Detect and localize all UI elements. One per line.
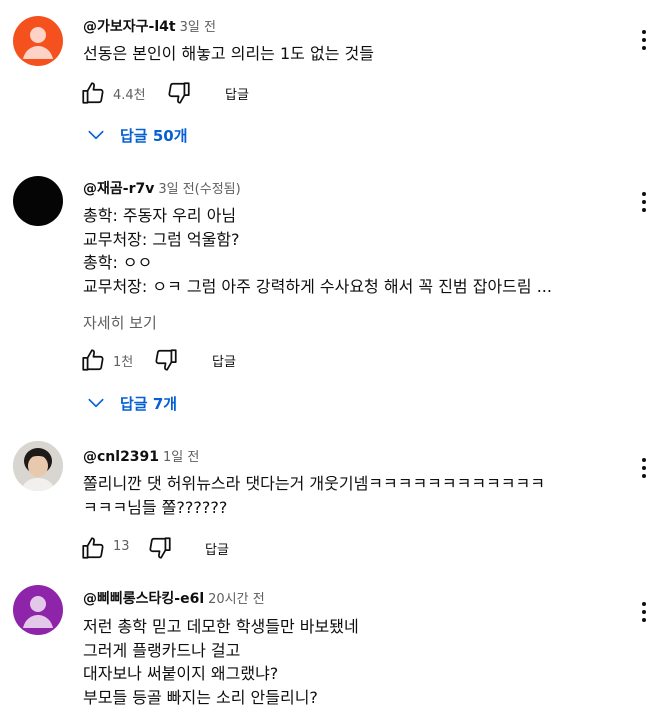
default-person-avatar[interactable] bbox=[13, 16, 63, 66]
comment-line: 교무처장: 그럼 억울함? bbox=[83, 229, 240, 249]
comment-header: @cnl2391 1일 전 bbox=[83, 446, 199, 465]
comment-line: 대자보나 써붙이지 왜그랬냐? bbox=[83, 664, 279, 683]
reply-button[interactable]: 답글 bbox=[225, 84, 249, 103]
comment-line: 교무처장: ㅇㅋ 그럼 아주 강력하게 수사요청 해서 꼭 진범 잡아드림 ..… bbox=[83, 276, 552, 296]
comment-text: 쫄리니깐 댓 허위뉴스라 댓다는거 개웃기넴ㅋㅋㅋㅋㅋㅋㅋㅋㅋㅋㅋㅋ ㅋㅋㅋ님들… bbox=[83, 472, 545, 519]
replies-label: 답글 50개 bbox=[120, 127, 188, 145]
more-actions-icon[interactable] bbox=[636, 456, 652, 480]
more-actions-icon[interactable] bbox=[636, 190, 652, 214]
author-name[interactable]: @cnl2391 bbox=[83, 449, 159, 465]
replies-label: 답글 7개 bbox=[120, 395, 178, 413]
timestamp[interactable]: 3일 전 bbox=[180, 20, 216, 35]
comment-actions: 1천 답글 bbox=[80, 347, 380, 375]
more-actions-icon[interactable] bbox=[636, 600, 652, 624]
comment-text: 선동은 본인이 해놓고 의리는 1도 없는 것들 bbox=[83, 42, 374, 66]
default-person-avatar[interactable] bbox=[13, 585, 63, 635]
person-photo-avatar[interactable] bbox=[13, 441, 63, 491]
thumb-down-icon[interactable] bbox=[147, 535, 173, 561]
thumb-up-icon[interactable] bbox=[80, 347, 106, 373]
author-name[interactable]: @삐삐롱스타킹-e6l bbox=[83, 591, 204, 607]
avatar[interactable] bbox=[13, 176, 63, 226]
author-name[interactable]: @가보자구-l4t bbox=[83, 19, 176, 35]
like-count: 13 bbox=[113, 539, 130, 554]
comment-header: @삐삐롱스타킹-e6l 20시간 전 bbox=[83, 588, 265, 608]
like-count: 4.4천 bbox=[113, 88, 146, 103]
timestamp[interactable]: 20시간 전 bbox=[208, 592, 265, 607]
thumb-up-icon[interactable] bbox=[80, 80, 106, 106]
comment-line: 총학: 주동자 우리 아님 bbox=[83, 206, 237, 225]
thumb-down-icon[interactable] bbox=[153, 347, 179, 373]
thumb-down-icon[interactable] bbox=[166, 80, 192, 106]
comment-line: 선동은 본인이 해놓고 의리는 1도 없는 것들 bbox=[83, 44, 374, 63]
thumb-up-icon[interactable] bbox=[80, 535, 106, 561]
comment-line: 부모들 등골 빠지는 소리 안들리니? bbox=[83, 687, 318, 707]
comment-actions: 13 답글 bbox=[80, 535, 380, 563]
read-more-link[interactable]: 자세히 보기 bbox=[83, 312, 157, 333]
like-count: 1천 bbox=[113, 355, 134, 370]
comment-line: ㅋㅋㅋ님들 쫄?????? bbox=[83, 497, 228, 517]
timestamp[interactable]: 3일 전(수정됨) bbox=[158, 182, 240, 197]
comment-header: @재곰-r7v 3일 전(수정됨) bbox=[83, 178, 241, 198]
reply-button[interactable]: 답글 bbox=[205, 539, 229, 558]
comment-text: 저런 총학 믿고 데모한 학생들만 바보됐네 그러게 플랭카드나 걸고 대자보나… bbox=[83, 615, 359, 709]
comment-line: 저런 총학 믿고 데모한 학생들만 바보됐네 bbox=[83, 617, 359, 636]
timestamp[interactable]: 1일 전 bbox=[163, 450, 199, 465]
comment-line: 그러게 플랭카드나 걸고 bbox=[83, 640, 241, 660]
comment-header: @가보자구-l4t 3일 전 bbox=[83, 16, 216, 36]
comment-text: 총학: 주동자 우리 아님 교무처장: 그럼 억울함? 총학: ㅇㅇ 교무처장:… bbox=[83, 204, 552, 298]
more-actions-icon[interactable] bbox=[636, 28, 652, 52]
chevron-down-icon bbox=[86, 393, 106, 413]
comment-line: 총학: ㅇㅇ bbox=[83, 253, 153, 272]
comment-line: 쫄리니깐 댓 허위뉴스라 댓다는거 개웃기넴ㅋㅋㅋㅋㅋㅋㅋㅋㅋㅋㅋㅋ bbox=[83, 474, 545, 493]
author-name[interactable]: @재곰-r7v bbox=[83, 181, 154, 197]
comment-actions: 4.4천 답글 bbox=[80, 80, 380, 108]
reply-button[interactable]: 답글 bbox=[212, 351, 236, 370]
chevron-down-icon bbox=[86, 125, 106, 145]
